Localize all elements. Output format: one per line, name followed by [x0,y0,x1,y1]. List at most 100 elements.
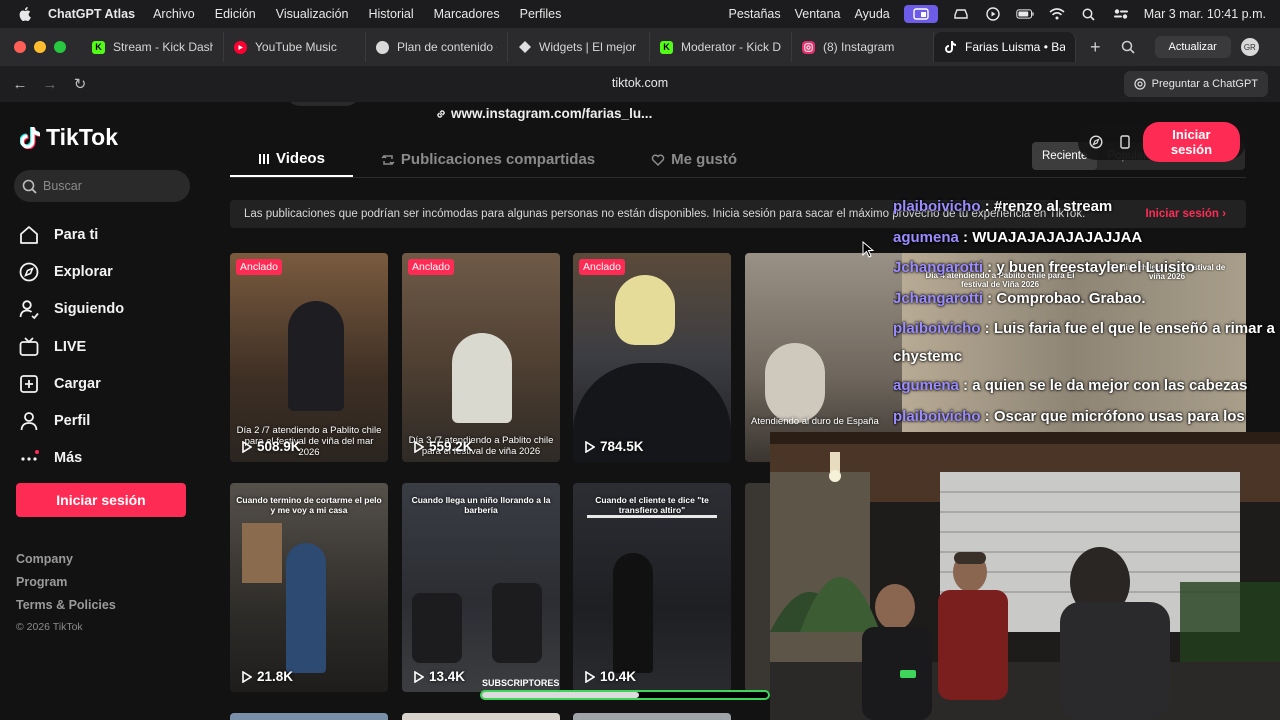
video-card[interactable] [402,713,560,720]
new-tab-button[interactable]: + [1090,37,1101,58]
pinned-badge: Anclado [579,259,625,275]
sidebar-login-button[interactable]: Iniciar sesión [16,483,186,517]
tab-label: YouTube Music [255,40,337,54]
menu-marcadores[interactable]: Marcadores [434,7,500,21]
minimize-window-button[interactable] [34,41,46,53]
video-card[interactable]: Anclado Día 2 /7 atendiendo a Pablito ch… [230,253,388,462]
close-window-button[interactable] [14,41,26,53]
view-count-text: 508.9K [257,439,301,454]
tab-kick-stream[interactable]: K Stream - Kick Dashl [82,32,224,62]
sidebar-item-siguiendo[interactable]: Siguiendo [18,291,124,328]
wifi-icon[interactable] [1048,7,1066,21]
zoom-window-button[interactable] [54,41,66,53]
tab-search-icon[interactable] [1121,40,1135,54]
tab-widgets[interactable]: Widgets | El mejor s [508,32,650,62]
menu-ventana[interactable]: Ventana [795,7,841,21]
footer-link-company[interactable]: Company [16,552,116,575]
mobile-app-icon[interactable] [1113,130,1136,154]
video-card[interactable] [573,713,731,720]
tab-chatgpt-plan[interactable]: Plan de contenido d [366,32,508,62]
forward-arrow-icon[interactable]: → [42,76,58,93]
youtube-music-icon [234,40,247,54]
chat-username: agumena [893,376,959,394]
tab-label: Stream - Kick Dashl [113,40,213,54]
webcam-scene [770,432,1280,720]
video-card[interactable]: Cuando llega un niño llorando a la barbe… [402,483,560,692]
video-card[interactable]: Anclado 784.5K [573,253,731,462]
sidebar-item-mas[interactable]: Más [18,440,124,477]
sidebar-item-label: LIVE [54,338,87,355]
reload-icon[interactable]: ↻ [72,76,88,93]
view-count-text: 21.8K [257,669,294,684]
sidebar-item-para-ti[interactable]: Para ti [18,216,124,253]
sidebar-item-perfil[interactable]: Perfil [18,402,124,439]
widget-icon [518,41,531,54]
menu-perfiles[interactable]: Perfiles [520,7,562,21]
footer-link-terms[interactable]: Terms & Policies [16,598,116,621]
wall-photos [242,523,282,583]
tiktok-logo[interactable]: TikTok [20,124,118,151]
car-icon[interactable] [952,7,970,21]
video-thumbnail [613,553,653,673]
video-card[interactable]: Anclado Día 3 /7 atendiendo a Pablito ch… [402,253,560,462]
search-bar[interactable] [14,170,190,202]
tab-videos[interactable]: Videos [230,142,353,177]
back-arrow-icon[interactable]: ← [12,76,28,93]
menu-historial[interactable]: Historial [368,7,413,21]
menu-pestanas[interactable]: Pestañas [728,7,780,21]
tab-liked[interactable]: Me gustó [623,142,765,177]
chat-username: Jchangarotti [893,259,984,277]
profile-avatar[interactable]: GR [1240,38,1259,56]
header-login-button[interactable]: Iniciar sesión [1142,122,1240,162]
menu-edicion[interactable]: Edición [215,7,256,21]
sidebar-item-live[interactable]: LIVE [18,328,124,365]
menubar-clock[interactable]: Mar 3 mar. 10:41 p.m. [1144,7,1266,21]
profile-link-text: www.instagram.com/farias_lu... [451,106,653,121]
subscribers-label: SUBSCRIPTORES [482,678,560,688]
sidebar-footer: Company Program Terms & Policies © 2026 … [16,552,116,644]
ask-chatgpt-button[interactable]: Preguntar a ChatGPT [1123,71,1268,97]
kick-icon: K [92,40,105,54]
sidebar-item-cargar[interactable]: Cargar [18,365,124,402]
battery-icon[interactable] [1016,7,1034,21]
macos-menu-bar: ChatGPT Atlas Archivo Edición Visualizac… [0,0,1280,28]
footer-link-program[interactable]: Program [16,575,116,598]
chat-message: agumena : a quien se le da mejor con las… [893,376,1248,394]
play-circle-icon[interactable] [984,7,1002,21]
menu-ayuda[interactable]: Ayuda [855,7,890,21]
video-card[interactable]: Atendiendo al duro de España [745,253,905,462]
video-card[interactable]: Cuando termino de cortarme el pelo y me … [230,483,388,692]
apple-logo-icon[interactable] [18,7,32,21]
video-thumbnail [286,543,326,673]
video-card[interactable]: Cuando el cliente te dice "te transfiero… [573,483,731,692]
screen-share-icon[interactable] [903,5,938,23]
tab-reposts[interactable]: Publicaciones compartidas [353,142,623,177]
sidebar-item-explorar[interactable]: Explorar [18,253,124,290]
video-card[interactable] [230,713,388,720]
search-input[interactable] [43,179,183,193]
update-button[interactable]: Actualizar [1154,36,1231,58]
menu-archivo[interactable]: Archivo [153,7,195,21]
video-thumbnail [288,301,344,411]
profile-external-link[interactable]: www.instagram.com/farias_lu... [435,106,652,121]
app-name-menu[interactable]: ChatGPT Atlas [48,7,135,21]
play-icon [242,670,252,683]
ask-chatgpt-label: Preguntar a ChatGPT [1151,78,1258,90]
control-center-icon[interactable] [1112,7,1130,21]
pinned-badge: Anclado [236,259,282,275]
tab-tiktok-farias[interactable]: Farias Luisma • Barl [934,32,1076,62]
play-icon [585,440,595,453]
url-field[interactable]: tiktok.com [560,76,720,90]
tab-instagram[interactable]: (8) Instagram [792,32,934,62]
spotlight-search-icon[interactable] [1080,7,1098,21]
pinned-badge: Anclado [408,259,454,275]
tab-label: Widgets | El mejor s [539,40,639,54]
tiktok-icon [944,41,957,54]
tab-kick-moderator[interactable]: K Moderator - Kick Da [650,32,792,62]
tab-youtube-music[interactable]: YouTube Music [224,32,366,62]
menu-visualizacion[interactable]: Visualización [276,7,349,21]
tiktok-icon [20,126,40,149]
tab-label: Plan de contenido d [397,40,497,54]
instagram-icon [802,40,815,54]
compass-icon[interactable] [1084,130,1107,154]
